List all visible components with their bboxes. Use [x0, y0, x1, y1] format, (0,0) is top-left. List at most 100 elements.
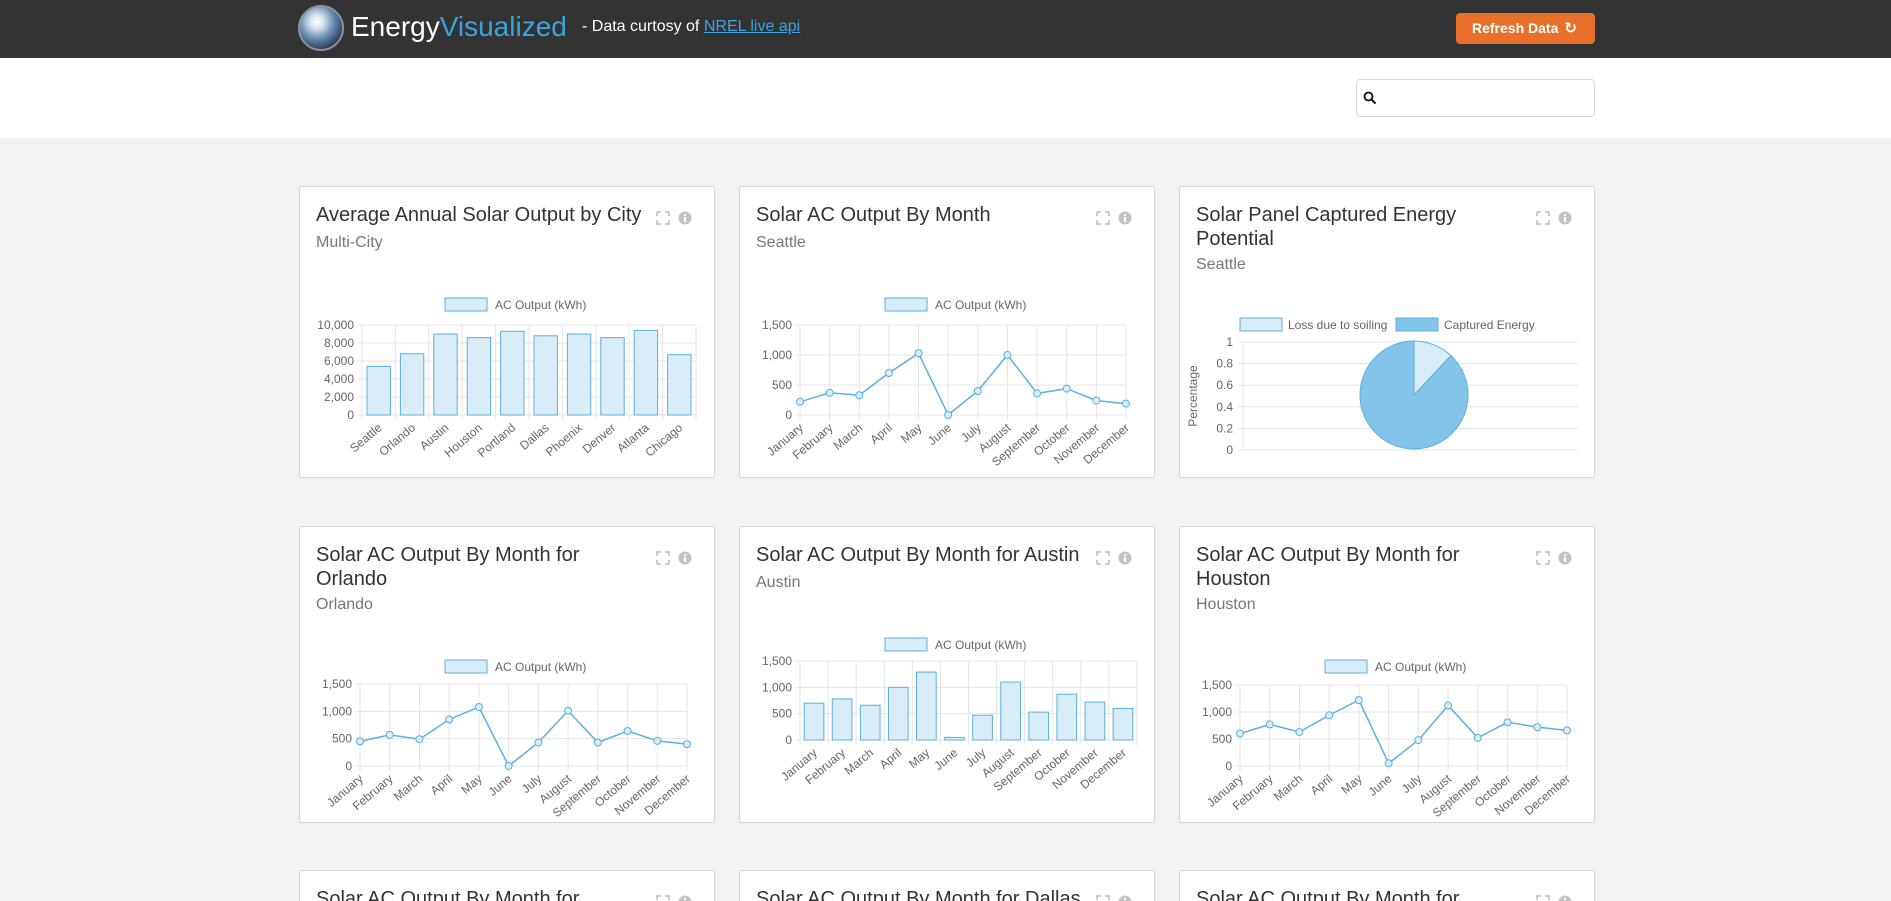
y-tick-label: 1,500	[762, 318, 792, 332]
point-november	[653, 736, 662, 745]
card-title: Solar AC Output By Month for Orlando	[316, 544, 580, 590]
y-tick-label: 0	[345, 759, 352, 773]
y-tick-label: 1,000	[762, 680, 792, 694]
bar-february	[831, 698, 853, 741]
bar-june	[944, 736, 965, 741]
info-icon[interactable]	[1118, 895, 1132, 901]
legend-label: AC Output (kWh)	[935, 638, 1026, 652]
refresh-data-button[interactable]: Refresh Data ↻	[1456, 13, 1595, 44]
expand-icon[interactable]	[1536, 895, 1550, 901]
chart-card: Solar AC Output By Month for Orlando Orla…	[299, 526, 715, 823]
point-june	[504, 762, 513, 770]
expand-icon[interactable]	[1536, 211, 1550, 225]
y-tick-label: 0	[785, 408, 792, 422]
bar-october	[1056, 693, 1078, 741]
chart-canvas: Loss due to soiling Captured Energy 1 0.8 0.…	[1186, 317, 1578, 457]
nrel-api-link[interactable]: NREL live api	[704, 18, 800, 35]
x-tick-label: Portland	[475, 421, 518, 460]
expand-icon[interactable]	[1536, 551, 1550, 565]
point-august	[1444, 701, 1453, 710]
y-tick-label: 0	[347, 408, 354, 422]
chart-canvas: AC Output (kWh)1,5001,0005000JanuaryFebr…	[762, 297, 1132, 469]
legend-label: AC Output (kWh)	[935, 298, 1026, 312]
x-tick-label: April	[867, 421, 894, 447]
point-may	[914, 349, 923, 358]
chart-canvas: AC Output (kWh) 10,000 8,000 6,000 4,000 2,00…	[317, 297, 697, 460]
tagline-prefix: - Data curtosy of	[582, 18, 700, 35]
legend-swatch-captured	[1395, 317, 1439, 332]
y-tick-label: 1,500	[1202, 678, 1232, 692]
info-icon[interactable]	[1118, 211, 1132, 225]
bar-november	[1084, 701, 1106, 741]
x-tick-label: June	[925, 420, 954, 448]
y-tick-label: 10,000	[317, 318, 354, 332]
search-box[interactable]	[1356, 79, 1595, 117]
x-tick-label: May	[1338, 772, 1364, 797]
y-tick-label: 1,000	[762, 348, 792, 362]
chart-card: Solar AC Output By Month for Austin Austi…	[739, 526, 1155, 823]
brand-logo-text[interactable]: EnergyVisualized	[351, 10, 567, 44]
x-tick-label: Orlando	[376, 420, 418, 458]
point-march	[415, 735, 424, 744]
point-june	[944, 411, 953, 419]
refresh-icon: ↻	[1564, 20, 1577, 37]
chart-canvas: AC Output (kWh)1,5001,0005000JanuaryFebr…	[322, 659, 693, 820]
card-subtitle: Orlando	[316, 596, 373, 613]
expand-icon[interactable]	[656, 211, 670, 225]
card-tools	[1096, 551, 1144, 567]
x-tick-label: June	[1366, 771, 1395, 799]
point-august	[564, 706, 573, 715]
y-tick-label: 1,500	[322, 677, 352, 691]
bar-houston	[466, 337, 492, 416]
card-title: Solar AC Output By Month for	[1196, 888, 1460, 901]
expand-icon[interactable]	[1096, 551, 1110, 565]
expand-icon[interactable]	[656, 551, 670, 565]
legend-swatch	[444, 297, 488, 312]
info-icon[interactable]	[678, 551, 692, 565]
point-february	[385, 730, 394, 739]
card-title: Solar AC Output By Month for	[316, 888, 580, 901]
point-january	[796, 397, 804, 406]
legend-label: Captured Energy	[1444, 318, 1535, 332]
info-icon[interactable]	[678, 211, 692, 225]
card-title: Solar AC Output By Month	[756, 204, 991, 226]
bar-dallas	[533, 335, 558, 416]
info-icon[interactable]	[1558, 895, 1572, 901]
legend-swatch-soiling	[1239, 317, 1283, 332]
x-tick-label: April	[1308, 772, 1335, 798]
bar-may	[916, 671, 937, 741]
info-icon[interactable]	[1558, 211, 1572, 225]
point-october	[1503, 718, 1512, 727]
card-tools	[1096, 895, 1144, 901]
point-february	[825, 388, 834, 397]
y-axis-label: Percentage	[1186, 365, 1200, 427]
card-tools	[656, 551, 704, 567]
bar-phoenix	[566, 333, 592, 416]
card-title: Solar AC Output By Month for Dallas	[756, 888, 1081, 901]
legend-swatch	[884, 637, 928, 652]
x-tick-label: Phoenix	[543, 421, 585, 460]
legend-label: AC Output (kWh)	[1375, 660, 1466, 674]
expand-icon[interactable]	[656, 895, 670, 901]
logo-globe-icon	[298, 5, 344, 51]
chart-card: Solar AC Output By Month for	[299, 870, 715, 901]
x-tick-label: May	[906, 746, 932, 771]
top-navbar: EnergyVisualized - Data curtosy of NREL …	[0, 0, 1891, 58]
card-title: Solar AC Output By Month for Houston	[1196, 544, 1460, 590]
refresh-label: Refresh Data	[1472, 20, 1559, 36]
card-tools	[1096, 211, 1144, 227]
info-icon[interactable]	[1118, 551, 1132, 565]
y-tick-label: 1	[1226, 335, 1233, 349]
search-input[interactable]	[1383, 86, 1588, 110]
info-icon[interactable]	[678, 895, 692, 901]
point-may	[1354, 696, 1363, 705]
x-tick-label: May	[458, 772, 484, 797]
expand-icon[interactable]	[1096, 211, 1110, 225]
bar-december	[1112, 707, 1134, 741]
search-icon	[1363, 91, 1377, 105]
brand-accent: Visualized	[439, 11, 567, 42]
y-tick-label: 6,000	[324, 354, 354, 368]
x-tick-label: April	[877, 746, 904, 772]
info-icon[interactable]	[1558, 551, 1572, 565]
expand-icon[interactable]	[1096, 895, 1110, 901]
